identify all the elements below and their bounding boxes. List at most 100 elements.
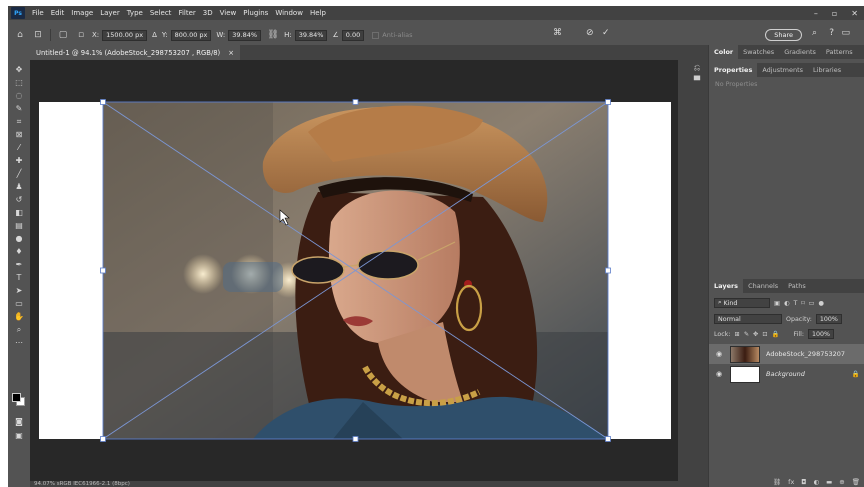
angle-field[interactable]: 0.00 [341,29,365,41]
filter-smart-icon[interactable]: ▭ [809,300,815,307]
menu-file[interactable]: File [32,9,44,17]
opacity-field[interactable]: 100% [815,314,842,324]
menu-window[interactable]: Window [275,9,303,17]
clone-stamp-tool-icon[interactable]: ♟ [8,180,30,193]
gradient-tool-icon[interactable]: ▤ [8,219,30,232]
delete-layer-icon[interactable]: 🗑 [852,478,860,486]
tab-color[interactable]: Color [709,45,739,59]
home-icon[interactable]: ⌂ [14,29,26,41]
filter-toggle-icon[interactable]: ● [819,300,825,307]
healing-brush-tool-icon[interactable]: ✚ [8,154,30,167]
tab-swatches[interactable]: Swatches [738,45,779,59]
commit-transform-icon[interactable]: ✓ [602,28,610,38]
more-tools-icon[interactable]: ⋯ [8,336,30,349]
menu-help[interactable]: Help [310,9,326,17]
link-layers-icon[interactable]: ⛓ [773,478,781,486]
dodge-tool-icon[interactable]: ♦ [8,245,30,258]
anti-alias-checkbox[interactable] [372,31,380,39]
pen-tool-icon[interactable]: ✒ [8,258,30,271]
close-window-icon[interactable]: ✕ [851,9,858,18]
comments-panel-icon[interactable]: ▀ [686,74,708,87]
blend-mode-dropdown[interactable]: Normal [714,314,782,324]
link-icon[interactable]: ⛓ [267,29,279,41]
tab-patterns[interactable]: Patterns [821,45,858,59]
filter-type-icon[interactable]: T [793,300,797,307]
y-field[interactable]: 800.00 px [170,29,212,41]
vertical-scrollbar[interactable] [678,60,686,487]
transform-bounding-box[interactable] [30,60,678,481]
filter-shape-icon[interactable]: ⌑ [801,300,804,307]
menu-filter[interactable]: Filter [178,9,195,17]
filter-kind-dropdown[interactable]: ⌕ Kind [714,298,770,308]
filter-adjustment-icon[interactable]: ◐ [784,300,790,307]
canvas-area[interactable] [30,60,678,481]
tab-libraries[interactable]: Libraries [808,63,846,77]
menu-type[interactable]: Type [127,9,143,17]
eraser-tool-icon[interactable]: ◧ [8,206,30,219]
document-tab[interactable]: Untitled-1 @ 94.1% (AdobeStock_298753207… [30,45,240,60]
frame-tool-icon[interactable]: ⊠ [8,128,30,141]
lasso-tool-icon[interactable]: ◌ [8,89,30,102]
search-icon[interactable]: ⌕ [812,28,817,38]
eye-icon[interactable]: ◉ [714,350,724,358]
lock-transparent-icon[interactable]: ⊞ [734,331,739,338]
menu-plugins[interactable]: Plugins [243,9,268,17]
brush-tool-icon[interactable]: ╱ [8,167,30,180]
warp-icon[interactable]: ⌘ [553,28,562,38]
marquee-tool-icon[interactable]: ⬚ [8,76,30,89]
menu-select[interactable]: Select [150,9,172,17]
lock-image-icon[interactable]: ✎ [744,331,749,338]
x-field[interactable]: 1500.00 px [102,29,148,41]
reference-point-icon[interactable]: ▢ [57,29,69,41]
history-panel-icon[interactable]: ⎌ [686,61,708,74]
history-brush-tool-icon[interactable]: ↺ [8,193,30,206]
transform-tool-icon[interactable]: ⊡ [32,29,44,41]
menu-view[interactable]: View [220,9,237,17]
quick-mask-icon[interactable]: ◙ [8,415,30,428]
eye-icon[interactable]: ◉ [714,370,724,378]
workspace-icon[interactable]: ▭ [841,28,850,38]
layer-style-icon[interactable]: fx [788,478,794,486]
reference-toggle-icon[interactable]: ▫ [75,29,87,41]
layer-row-photo[interactable]: ◉ AdobeStock_298753207 [709,344,864,364]
tab-properties[interactable]: Properties [709,63,758,77]
new-group-icon[interactable]: ▬ [826,478,832,486]
menu-3d[interactable]: 3D [203,9,213,17]
add-mask-icon[interactable]: ◘ [801,478,806,486]
share-button[interactable]: Share [765,29,802,41]
eyedropper-tool-icon[interactable]: ⁄ [8,141,30,154]
tab-channels[interactable]: Channels [743,279,783,293]
cancel-transform-icon[interactable]: ⊘ [586,28,594,38]
screen-mode-icon[interactable]: ▣ [8,429,30,442]
menu-edit[interactable]: Edit [51,9,65,17]
move-tool-icon[interactable]: ✥ [8,63,30,76]
menu-layer[interactable]: Layer [100,9,120,17]
lock-artboard-icon[interactable]: ⊡ [762,331,767,338]
fill-field[interactable]: 100% [808,329,834,339]
tab-adjustments[interactable]: Adjustments [757,63,808,77]
foreground-color-swatch[interactable] [12,393,21,402]
new-adjustment-icon[interactable]: ◐ [813,478,819,486]
blur-tool-icon[interactable]: ● [8,232,30,245]
tab-paths[interactable]: Paths [783,279,811,293]
layer-row-background[interactable]: ◉ Background 🔒 [709,364,864,384]
minimize-icon[interactable]: – [814,9,818,18]
menu-image[interactable]: Image [71,9,93,17]
path-select-tool-icon[interactable]: ➤ [8,284,30,297]
restore-icon[interactable]: ▫ [832,9,837,18]
filter-pixel-icon[interactable]: ▣ [774,300,780,307]
help-icon[interactable]: ? [829,28,834,38]
tab-gradients[interactable]: Gradients [779,45,821,59]
height-field[interactable]: 39.84% [294,29,328,41]
lock-position-icon[interactable]: ✥ [753,331,758,338]
new-layer-icon[interactable]: ⊕ [839,478,844,486]
width-field[interactable]: 39.84% [228,29,262,41]
quick-select-tool-icon[interactable]: ✎ [8,102,30,115]
crop-tool-icon[interactable]: ⌗ [8,115,30,128]
zoom-tool-icon[interactable]: ⌕ [8,323,30,336]
lock-all-icon[interactable]: 🔒 [772,330,780,338]
rectangle-tool-icon[interactable]: ▭ [8,297,30,310]
type-tool-icon[interactable]: T [8,271,30,284]
hand-tool-icon[interactable]: ✋ [8,310,30,323]
tab-layers[interactable]: Layers [709,279,744,293]
